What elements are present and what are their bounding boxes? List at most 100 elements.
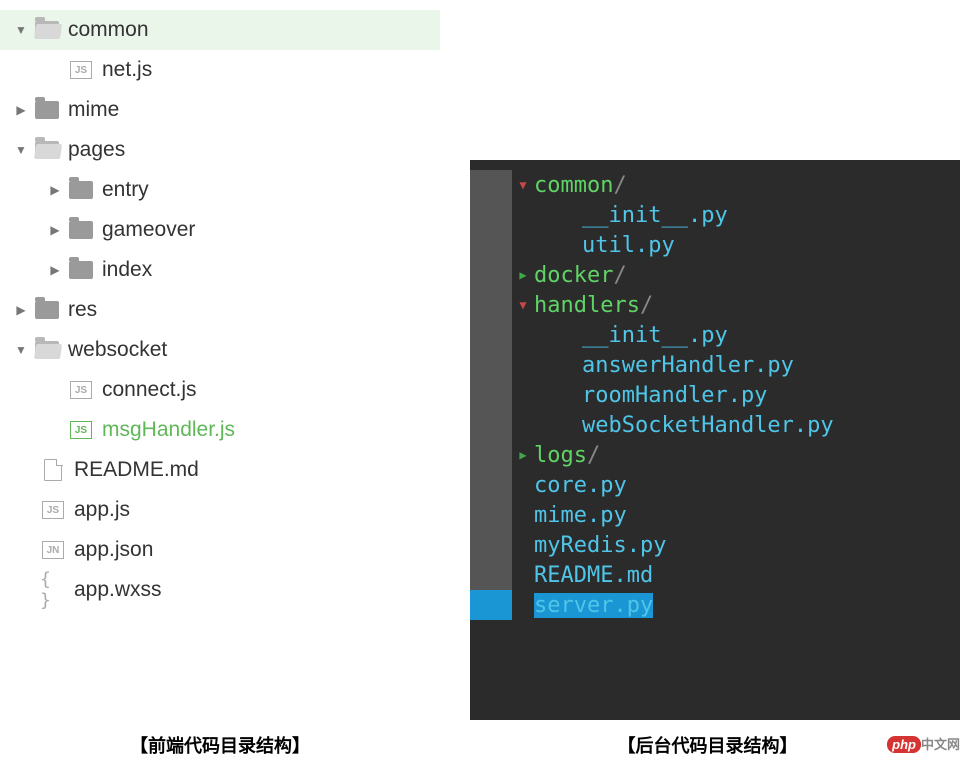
chevron-right-icon[interactable]: ▶ [14,103,28,117]
tree-item-label: README.md [74,458,199,482]
tree-item-label: websocket [68,338,167,362]
chevron-right-icon[interactable]: ▶ [48,263,62,277]
tree-item[interactable]: ▶JSapp.js [0,490,440,530]
chevron-right-icon[interactable]: ▶ [48,183,62,197]
frontend-tree: ▼ common ▶JSnet.js ▶ mime ▼ pages ▶ entry ▶ gameov… [0,10,440,722]
caption-backend: 【后台代码目录结构】 php中文网 [440,732,975,758]
tree-item-label: __init__.py [534,203,728,228]
tree-item[interactable]: ▼common/ [470,170,960,200]
tree-item[interactable]: ▼ common [0,10,440,50]
tree-item-label: util.py [534,233,675,258]
tree-item-label: myRedis.py [534,533,666,558]
gutter [470,440,512,470]
js-file-icon: JS [68,59,94,81]
tree-item[interactable]: ▶docker/ [470,260,960,290]
tree-item[interactable]: ▶ res [0,290,440,330]
gutter [470,530,512,560]
tree-item[interactable]: ▼handlers/ [470,290,960,320]
backend-tree: ▼common/▶__init__.py▶util.py▶docker/▼han… [470,160,960,720]
chevron-right-icon[interactable]: ▶ [512,268,534,282]
tree-item-label: app.json [74,538,153,562]
tree-item-label: handlers/ [534,293,653,318]
folder-open-icon [34,339,60,361]
tree-item-label: common/ [534,173,627,198]
chevron-down-icon[interactable]: ▼ [14,143,28,157]
chevron-right-icon[interactable]: ▶ [512,448,534,462]
tree-item-label: mime.py [534,503,627,528]
tree-item-label: entry [102,178,149,202]
tree-item[interactable]: ▶server.py [470,590,960,620]
tree-item[interactable]: ▶JSmsgHandler.js [0,410,440,450]
gutter [470,560,512,590]
folder-icon [68,219,94,241]
tree-item[interactable]: ▼ websocket [0,330,440,370]
json-file-icon: JN [40,539,66,561]
gutter [470,200,512,230]
tree-item-label: common [68,18,149,42]
caption-frontend: 【前端代码目录结构】 [0,732,440,758]
chevron-right-icon[interactable]: ▶ [48,223,62,237]
tree-item[interactable]: ▶util.py [470,230,960,260]
tree-item-label: app.js [74,498,130,522]
folder-open-icon [34,139,60,161]
js-file-icon: JS [40,499,66,521]
tree-item[interactable]: ▶README.md [0,450,440,490]
tree-item-label: res [68,298,97,322]
folder-icon [68,179,94,201]
gutter [470,350,512,380]
tree-item[interactable]: ▶{ }app.wxss [0,570,440,610]
tree-item-label: webSocketHandler.py [534,413,834,438]
wxss-file-icon: { } [40,579,66,601]
tree-item[interactable]: ▶webSocketHandler.py [470,410,960,440]
gutter [470,470,512,500]
watermark-logo: php中文网 [887,734,960,753]
chevron-down-icon[interactable]: ▼ [14,23,28,37]
tree-item-label: connect.js [102,378,197,402]
tree-item[interactable]: ▶ gameover [0,210,440,250]
chevron-right-icon[interactable]: ▶ [14,303,28,317]
tree-item-label: msgHandler.js [102,418,235,442]
tree-item-label: pages [68,138,125,162]
tree-item[interactable]: ▶logs/ [470,440,960,470]
tree-item[interactable]: ▶JSnet.js [0,50,440,90]
tree-item[interactable]: ▶JSconnect.js [0,370,440,410]
tree-item[interactable]: ▶JNapp.json [0,530,440,570]
js-file-icon: JS [68,379,94,401]
folder-open-icon [34,19,60,41]
tree-item-label: index [102,258,152,282]
tree-item[interactable]: ▶__init__.py [470,320,960,350]
js-file-icon: JS [68,419,94,441]
tree-item[interactable]: ▶mime.py [470,500,960,530]
tree-item-label: gameover [102,218,195,242]
tree-item[interactable]: ▶__init__.py [470,200,960,230]
chevron-down-icon[interactable]: ▼ [14,343,28,357]
gutter [470,260,512,290]
tree-item[interactable]: ▼ pages [0,130,440,170]
tree-item[interactable]: ▶core.py [470,470,960,500]
tree-item-label: app.wxss [74,578,162,602]
folder-icon [34,99,60,121]
tree-item-label: server.py [534,593,653,618]
chevron-down-icon[interactable]: ▼ [512,178,534,192]
tree-item[interactable]: ▶myRedis.py [470,530,960,560]
tree-item[interactable]: ▶ mime [0,90,440,130]
tree-item-label: core.py [534,473,627,498]
folder-icon [68,259,94,281]
tree-item[interactable]: ▶ index [0,250,440,290]
gutter [470,410,512,440]
tree-item[interactable]: ▶answerHandler.py [470,350,960,380]
folder-icon [34,299,60,321]
tree-item[interactable]: ▶roomHandler.py [470,380,960,410]
tree-item[interactable]: ▶ entry [0,170,440,210]
chevron-down-icon[interactable]: ▼ [512,298,534,312]
gutter [470,230,512,260]
tree-item-label: docker/ [534,263,627,288]
gutter [470,590,512,620]
gutter [470,500,512,530]
file-icon [40,459,66,481]
tree-item-label: logs/ [534,443,600,468]
tree-item-label: answerHandler.py [534,353,794,378]
tree-item-label: __init__.py [534,323,728,348]
tree-item[interactable]: ▶README.md [470,560,960,590]
tree-item-label: mime [68,98,119,122]
